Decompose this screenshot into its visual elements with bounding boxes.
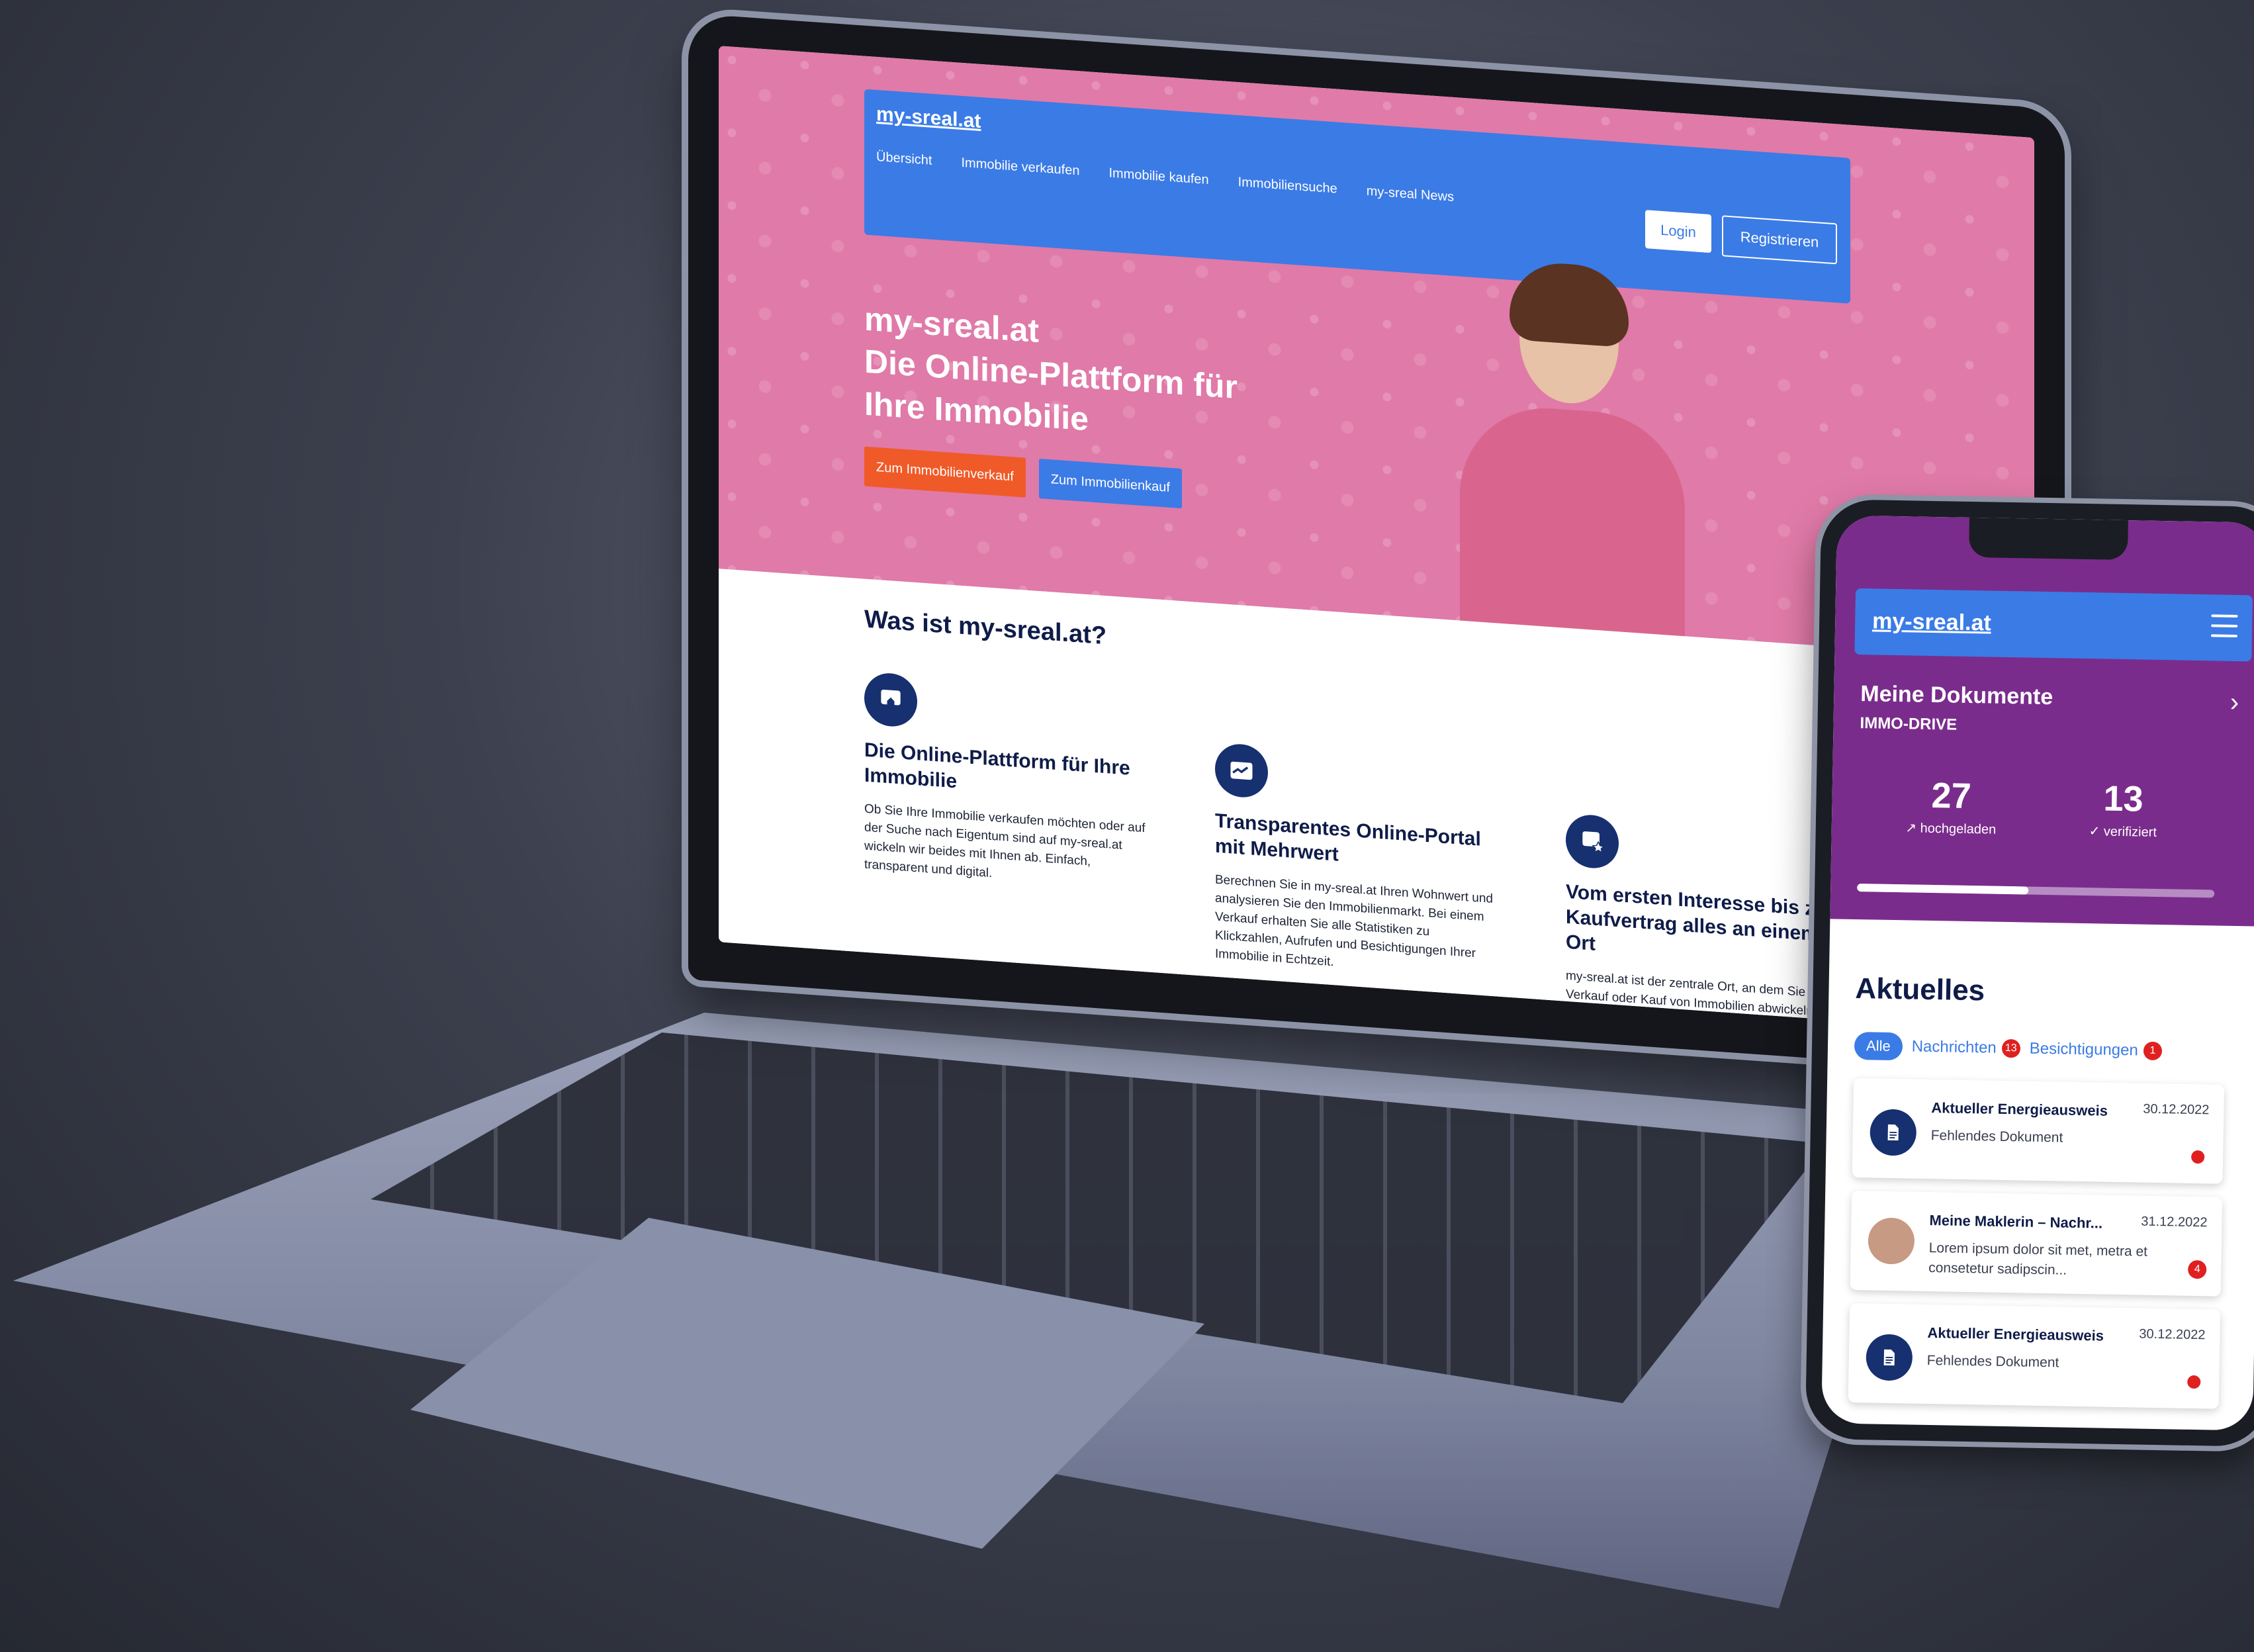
phone-screen: my-sreal.at Meine Dokumente IMMO-DRIVE ›… bbox=[1821, 515, 2254, 1431]
nav-links: Übersicht Immobilie verkaufen Immobilie … bbox=[876, 150, 1454, 205]
card-date: 31.12.2022 bbox=[2141, 1214, 2208, 1230]
phone-notch bbox=[1968, 517, 2128, 561]
tab-messages-label: Nachrichten bbox=[1911, 1037, 1997, 1057]
feature-title: Vom ersten Interesse bis zum Kaufvertrag… bbox=[1566, 880, 1845, 955]
verified-stat: 13 ✓ verifiziert bbox=[2050, 777, 2197, 841]
nav-item-suche[interactable]: Immobiliensuche bbox=[1238, 175, 1337, 197]
chevron-right-icon[interactable]: › bbox=[2230, 688, 2239, 717]
tab-all[interactable]: Alle bbox=[1854, 1031, 1903, 1061]
card-title: Aktueller Energieausweis bbox=[1927, 1324, 2104, 1344]
brand-logo[interactable]: my-sreal.at bbox=[876, 103, 981, 133]
hamburger-menu-icon[interactable] bbox=[2210, 614, 2238, 639]
viewings-count-badge: 1 bbox=[2143, 1041, 2163, 1061]
analytics-card-icon bbox=[1215, 742, 1268, 800]
top-navigation: my-sreal.at Übersicht Immobilie verkaufe… bbox=[864, 89, 1850, 304]
messages-count-badge: 13 bbox=[2001, 1038, 2020, 1058]
tab-viewings-label: Besichtigungen bbox=[2029, 1039, 2139, 1060]
mockup-stage: my-sreal.at Übersicht Immobilie verkaufe… bbox=[0, 0, 2254, 1652]
agent-avatar bbox=[1868, 1217, 1915, 1265]
register-button[interactable]: Registrieren bbox=[1722, 215, 1837, 265]
unread-count-badge: 4 bbox=[2187, 1260, 2207, 1279]
unread-dot bbox=[2187, 1375, 2201, 1389]
verified-count: 13 bbox=[2103, 778, 2144, 819]
card-date: 30.12.2022 bbox=[2143, 1101, 2210, 1118]
uploaded-label: ↗ hochgeladen bbox=[1905, 821, 1997, 837]
nav-item-uebersicht[interactable]: Übersicht bbox=[876, 150, 932, 169]
feature-text: Ob Sie Ihre Immobilie verkaufen möchten … bbox=[864, 802, 1146, 881]
document-icon bbox=[1866, 1334, 1913, 1381]
hero-cta-group: Zum Immobilienverkauf Zum Immobilienkauf bbox=[864, 446, 1182, 509]
feature-title: Die Online-Plattform für Ihre Immobilie bbox=[864, 739, 1130, 793]
about-title: Was ist my-sreal.at? bbox=[864, 605, 1107, 651]
uploaded-stat: 27 ↗ hochgeladen bbox=[1878, 774, 2025, 839]
documents-title[interactable]: Meine Dokumente bbox=[1860, 681, 2053, 710]
verification-progress-bar bbox=[1857, 884, 2215, 898]
nav-item-news[interactable]: my-sreal News bbox=[1367, 184, 1454, 205]
news-card[interactable]: Aktueller Energieausweis 30.12.2022 Fehl… bbox=[1852, 1078, 2225, 1184]
card-description: Lorem ipsum dolor sit met, metra et cons… bbox=[1928, 1240, 2148, 1278]
news-card[interactable]: Aktueller Energieausweis 30.12.2022 Fehl… bbox=[1848, 1303, 2221, 1409]
unread-dot bbox=[2191, 1150, 2205, 1164]
feature-title: Transparentes Online-Portal mit Mehrwert bbox=[1215, 809, 1481, 866]
login-button[interactable]: Login bbox=[1645, 210, 1711, 253]
portrait-body bbox=[1460, 402, 1685, 657]
documents-header: my-sreal.at Meine Dokumente IMMO-DRIVE ›… bbox=[1830, 515, 2254, 927]
card-description: Fehlendes Dokument bbox=[1930, 1128, 2063, 1146]
document-icon bbox=[1870, 1109, 1917, 1156]
nav-item-verkaufen[interactable]: Immobilie verkaufen bbox=[961, 156, 1079, 179]
card-title: Aktueller Energieausweis bbox=[1931, 1099, 2108, 1119]
card-title: Meine Maklerin – Nachr... bbox=[1929, 1212, 2103, 1232]
sell-cta-button[interactable]: Zum Immobilienverkauf bbox=[864, 446, 1026, 498]
nav-item-kaufen[interactable]: Immobilie kaufen bbox=[1108, 165, 1208, 188]
uploaded-count: 27 bbox=[1931, 775, 1972, 817]
card-description: Fehlendes Dokument bbox=[1926, 1352, 2059, 1371]
feature-platform: Die Online-Plattform für Ihre Immobilie … bbox=[864, 671, 1149, 894]
card-date: 30.12.2022 bbox=[2139, 1326, 2206, 1343]
buy-cta-button[interactable]: Zum Immobilienkauf bbox=[1038, 459, 1182, 509]
mobile-navbar: my-sreal.at bbox=[1854, 588, 2253, 662]
star-document-icon bbox=[1566, 813, 1619, 870]
news-section-title: Aktuelles bbox=[1855, 972, 1985, 1007]
progress-fill bbox=[1857, 884, 2029, 895]
hero-portrait-image bbox=[1447, 259, 1698, 657]
hero-headline: my-sreal.at Die Online-Plattform für Ihr… bbox=[864, 298, 1238, 451]
mobile-brand-logo[interactable]: my-sreal.at bbox=[1872, 608, 1991, 636]
news-filter-tabs: Alle Nachrichten 13 Besichtigungen 1 bbox=[1854, 1031, 2163, 1065]
phone-device: my-sreal.at Meine Dokumente IMMO-DRIVE ›… bbox=[1805, 498, 2254, 1447]
verified-label: ✓ verifiziert bbox=[2089, 824, 2157, 840]
feature-text: Berechnen Sie in my-sreal.at Ihren Wohnw… bbox=[1215, 872, 1493, 970]
feature-text: my-sreal.at ist der zentrale Ort, an dem… bbox=[1566, 968, 1830, 1034]
tab-messages[interactable]: Nachrichten 13 bbox=[1911, 1038, 2020, 1058]
tab-viewings[interactable]: Besichtigungen 1 bbox=[2029, 1039, 2163, 1061]
documents-subtitle: IMMO-DRIVE bbox=[1860, 714, 1958, 734]
house-certificate-icon bbox=[864, 671, 917, 729]
news-card[interactable]: Meine Maklerin – Nachr... 31.12.2022 Lor… bbox=[1850, 1190, 2223, 1297]
feature-portal: Transparentes Online-Portal mit Mehrwert… bbox=[1215, 742, 1500, 984]
feature-one-place: Vom ersten Interesse bis zum Kaufvertrag… bbox=[1566, 813, 1850, 1034]
